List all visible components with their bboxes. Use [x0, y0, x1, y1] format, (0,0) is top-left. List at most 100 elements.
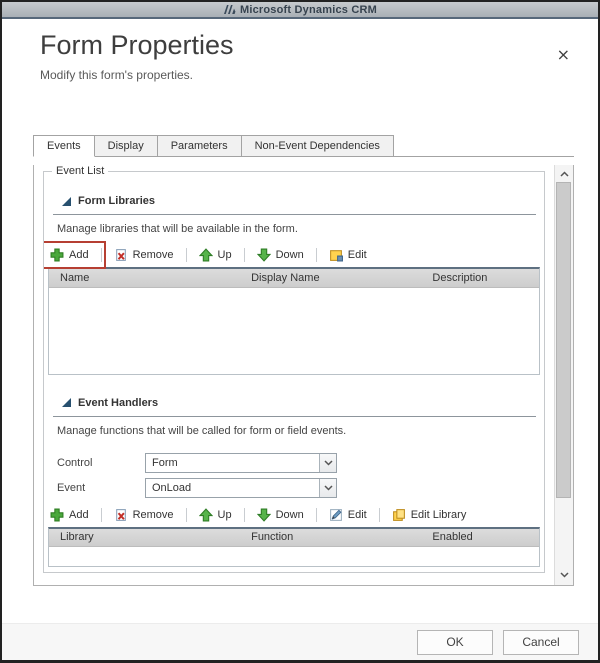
- up-button[interactable]: Up: [197, 507, 234, 522]
- event-handlers-section-toggle[interactable]: Event Handlers: [62, 397, 540, 409]
- form-properties-dialog: Microsoft Dynamics CRM Form Properties M…: [0, 0, 600, 663]
- edit-label: Edit: [347, 508, 367, 521]
- control-select[interactable]: Form: [145, 452, 337, 473]
- event-handlers-toolbar: Add Remove Up Down Edit Edit Library: [48, 505, 540, 525]
- event-handlers-grid: Library Function Enabled: [48, 526, 540, 567]
- grid-header-row: Library Function Enabled: [49, 528, 539, 547]
- toolbar-separator: [243, 507, 245, 522]
- scrollbar-thumb[interactable]: [556, 182, 571, 498]
- event-handlers-list-area[interactable]: [49, 547, 539, 566]
- event-list-legend: Event List: [56, 165, 105, 177]
- tab-bar: Events Display Parameters Non-Event Depe…: [33, 135, 574, 157]
- column-enabled: Enabled: [421, 528, 539, 547]
- form-libraries-title: Form Libraries: [78, 195, 156, 207]
- event-handlers-title: Event Handlers: [78, 396, 159, 409]
- remove-button[interactable]: Remove: [112, 248, 176, 262]
- tab-events[interactable]: Events: [33, 135, 95, 157]
- add-button[interactable]: Add: [48, 508, 91, 522]
- column-library: Library: [49, 528, 241, 547]
- dialog-footer: OK Cancel: [2, 623, 598, 660]
- toolbar-separator: [185, 507, 187, 522]
- dialog-header: Form Properties Modify this form's prope…: [2, 19, 598, 82]
- arrow-up-icon: [198, 248, 213, 262]
- column-display-name: Display Name: [240, 269, 422, 288]
- arrow-down-icon: [256, 508, 271, 522]
- remove-label: Remove: [132, 249, 174, 261]
- event-row: Event OnLoad: [57, 477, 540, 498]
- remove-icon: [114, 248, 128, 262]
- chevron-down-icon: [319, 453, 336, 472]
- toolbar-separator: [378, 507, 380, 522]
- arrow-up-icon: [198, 507, 213, 522]
- down-label: Down: [275, 249, 304, 261]
- scroll-up-icon[interactable]: [555, 166, 573, 181]
- add-plus-icon: [50, 248, 64, 262]
- close-icon[interactable]: ×: [557, 47, 570, 63]
- form-libraries-section-toggle[interactable]: Form Libraries: [62, 195, 540, 207]
- toolbar-separator: [185, 248, 187, 262]
- dynamics-crm-logo-icon: [223, 4, 236, 15]
- arrow-down-icon: [256, 248, 271, 262]
- page-subtitle: Modify this form's properties.: [40, 68, 194, 82]
- toolbar-separator: [100, 507, 102, 522]
- edit-library-button[interactable]: Edit Library: [390, 508, 469, 522]
- add-label: Add: [69, 508, 89, 521]
- tab-content-panel: Event List Form Libraries Manage librari…: [33, 165, 574, 586]
- edit-library-label: Edit Library: [410, 508, 467, 521]
- add-plus-icon: [50, 508, 64, 522]
- grid-header-row: Name Display Name Description: [49, 269, 539, 288]
- edit-pencil-icon: [329, 508, 343, 522]
- section-divider: [53, 415, 536, 417]
- remove-button[interactable]: Remove: [112, 508, 176, 522]
- control-label: Control: [57, 456, 93, 469]
- edit-button[interactable]: Edit: [327, 248, 369, 262]
- down-label: Down: [275, 508, 304, 521]
- edit-label: Edit: [347, 249, 367, 261]
- tab-non-event-dependencies[interactable]: Non-Event Dependencies: [241, 135, 394, 157]
- add-label: Add: [69, 249, 89, 261]
- form-libraries-toolbar: Add Remove Up Down Edit: [44, 241, 540, 269]
- edit-note-icon: [329, 248, 343, 262]
- event-list-group: Event List Form Libraries Manage librari…: [43, 165, 545, 573]
- control-row: Control Form: [57, 452, 540, 473]
- scroll-down-icon[interactable]: [555, 567, 573, 582]
- event-select-value: OnLoad: [152, 481, 192, 494]
- event-select[interactable]: OnLoad: [145, 477, 337, 498]
- add-button[interactable]: Add: [48, 248, 91, 262]
- app-title: Microsoft Dynamics CRM: [239, 3, 378, 16]
- ok-button[interactable]: OK: [417, 629, 493, 655]
- column-description: Description: [421, 269, 539, 288]
- chevron-down-icon: [319, 478, 336, 497]
- collapse-triangle-icon: [62, 196, 71, 206]
- vertical-scrollbar[interactable]: [554, 165, 573, 585]
- edit-library-icon: [392, 508, 406, 522]
- event-label: Event: [57, 481, 86, 494]
- control-select-value: Form: [152, 456, 178, 469]
- cancel-button[interactable]: Cancel: [503, 629, 579, 655]
- page-title: Form Properties: [40, 30, 234, 60]
- event-handler-filters: Control Form Event OnLoad: [57, 452, 540, 498]
- form-libraries-grid: Name Display Name Description: [48, 267, 540, 375]
- up-label: Up: [217, 508, 232, 521]
- section-divider: [53, 214, 536, 215]
- event-handlers-description: Manage functions that will be called for…: [57, 424, 347, 437]
- remove-icon: [114, 508, 128, 522]
- titlebar: Microsoft Dynamics CRM: [2, 2, 598, 19]
- form-libraries-list-area[interactable]: [49, 287, 539, 374]
- up-button[interactable]: Up: [197, 248, 234, 262]
- form-libraries-description: Manage libraries that will be available …: [57, 223, 298, 235]
- collapse-triangle-icon: [62, 398, 71, 407]
- toolbar-separator: [315, 507, 317, 522]
- column-name: Name: [49, 269, 241, 288]
- toolbar-separator: [315, 248, 317, 262]
- toolbar-separator: [243, 248, 245, 262]
- toolbar-separator: [100, 248, 102, 262]
- down-button[interactable]: Down: [255, 248, 306, 262]
- remove-label: Remove: [132, 508, 174, 521]
- column-function: Function: [240, 528, 422, 547]
- edit-button[interactable]: Edit: [327, 508, 369, 522]
- down-button[interactable]: Down: [255, 508, 306, 522]
- tab-display[interactable]: Display: [94, 135, 158, 157]
- up-label: Up: [217, 249, 232, 261]
- tab-parameters[interactable]: Parameters: [157, 135, 242, 157]
